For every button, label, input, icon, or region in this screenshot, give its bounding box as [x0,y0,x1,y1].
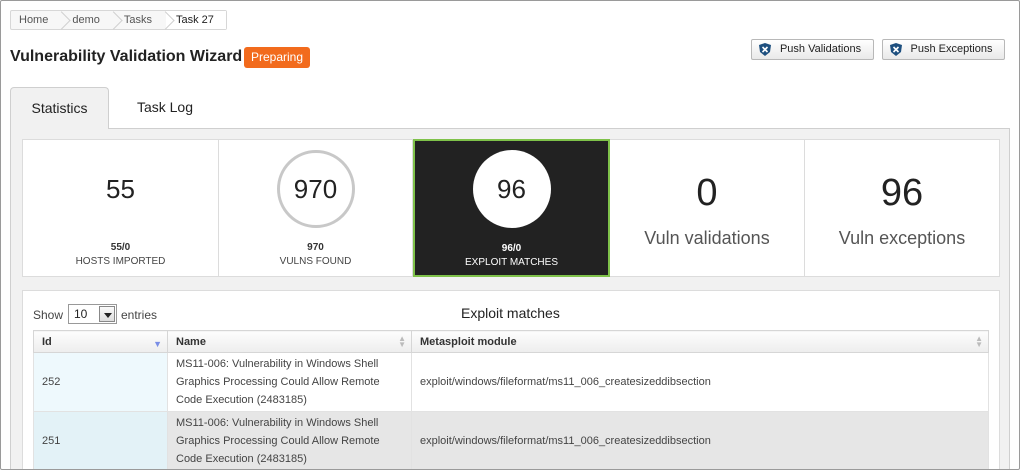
hosts-sub-count: 55/0 [110,242,131,253]
column-header-name-label: Name [176,335,206,348]
validations-count: 0 [696,172,718,214]
cell-name: MS11-006: Vulnerability in Windows Shell… [167,352,412,412]
column-header-module-label: Metasploit module [420,335,517,348]
exploits-count-circle: 96 [472,150,551,228]
statistics-panel: 55 55/0 HOSTS IMPORTED 970 970 VULNS FOU… [10,128,1010,469]
exploits-sub-count: 96/0 [501,243,522,254]
entries-label: entries [121,308,158,322]
stat-exploit-matches[interactable]: 96 96/0 EXPLOIT MATCHES [413,139,610,277]
exploits-label: EXPLOIT MATCHES [465,257,558,268]
push-validations-button[interactable]: Push Validations [751,39,874,60]
vulns-sub-count: 970 [307,242,324,253]
tab-task-log[interactable]: Task Log [119,87,211,128]
breadcrumb: Home demo Tasks Task 27 [10,10,227,30]
exploit-matches-table-box: Show 10 entries Exploit matches Id ▼ Nam… [22,290,1000,469]
cell-id: 252 [33,352,168,412]
push-validations-label: Push Validations [779,43,862,55]
hosts-count-circle: 55 [81,150,160,228]
hosts-label: HOSTS IMPORTED [75,256,166,267]
status-badge: Preparing [244,47,311,68]
tab-statistics[interactable]: Statistics [10,87,109,129]
exceptions-count: 96 [880,172,924,214]
exploit-matches-table: Id ▼ Name ▲ ▼ Metasploit module ▲ ▼ 252 … [33,330,989,469]
exceptions-label: Vuln exceptions [838,228,966,248]
cell-id: 251 [33,411,168,469]
shield-icon [890,43,902,56]
sort-icon: ▲ ▼ [975,334,983,349]
chevron-down-icon[interactable] [99,306,115,322]
sort-descending-icon: ▼ [153,339,162,349]
vulns-label: VULNS FOUND [279,256,352,267]
sort-icon: ▲ ▼ [398,334,406,349]
cell-name: MS11-006: Vulnerability in Windows Shell… [167,411,412,469]
entries-select-value: 10 [74,307,88,321]
page-title: Vulnerability Validation Wizard [10,48,243,65]
vulns-count-circle: 970 [276,150,355,228]
table-row[interactable]: 252 MS11-006: Vulnerability in Windows S… [33,352,989,412]
stat-vuln-validations[interactable]: 0 Vuln validations [610,140,805,276]
validations-label: Vuln validations [644,228,770,248]
table-caption: Exploit matches [461,305,560,321]
stats-bar: 55 55/0 HOSTS IMPORTED 970 970 VULNS FOU… [22,139,1000,277]
column-header-module[interactable]: Metasploit module ▲ ▼ [411,330,989,353]
push-exceptions-label: Push Exceptions [910,43,993,55]
cell-module: exploit/windows/fileformat/ms11_006_crea… [411,352,989,412]
shield-icon [759,43,771,56]
cell-module: exploit/windows/fileformat/ms11_006_crea… [411,411,989,469]
column-header-id-label: Id [42,335,52,348]
push-exceptions-button[interactable]: Push Exceptions [882,39,1005,60]
app-window: Home demo Tasks Task 27 Vulnerability Va… [0,0,1020,470]
table-row[interactable]: 251 MS11-006: Vulnerability in Windows S… [33,411,989,469]
stat-vuln-exceptions[interactable]: 96 Vuln exceptions [805,140,999,276]
stat-vulns-found[interactable]: 970 970 VULNS FOUND [219,140,413,276]
stat-hosts-imported[interactable]: 55 55/0 HOSTS IMPORTED [23,140,219,276]
entries-per-page-select[interactable]: 10 [68,304,117,324]
show-label: Show [33,308,64,322]
column-header-id[interactable]: Id ▼ [33,330,168,353]
column-header-name[interactable]: Name ▲ ▼ [167,330,412,353]
breadcrumb-home[interactable]: Home [11,11,62,29]
